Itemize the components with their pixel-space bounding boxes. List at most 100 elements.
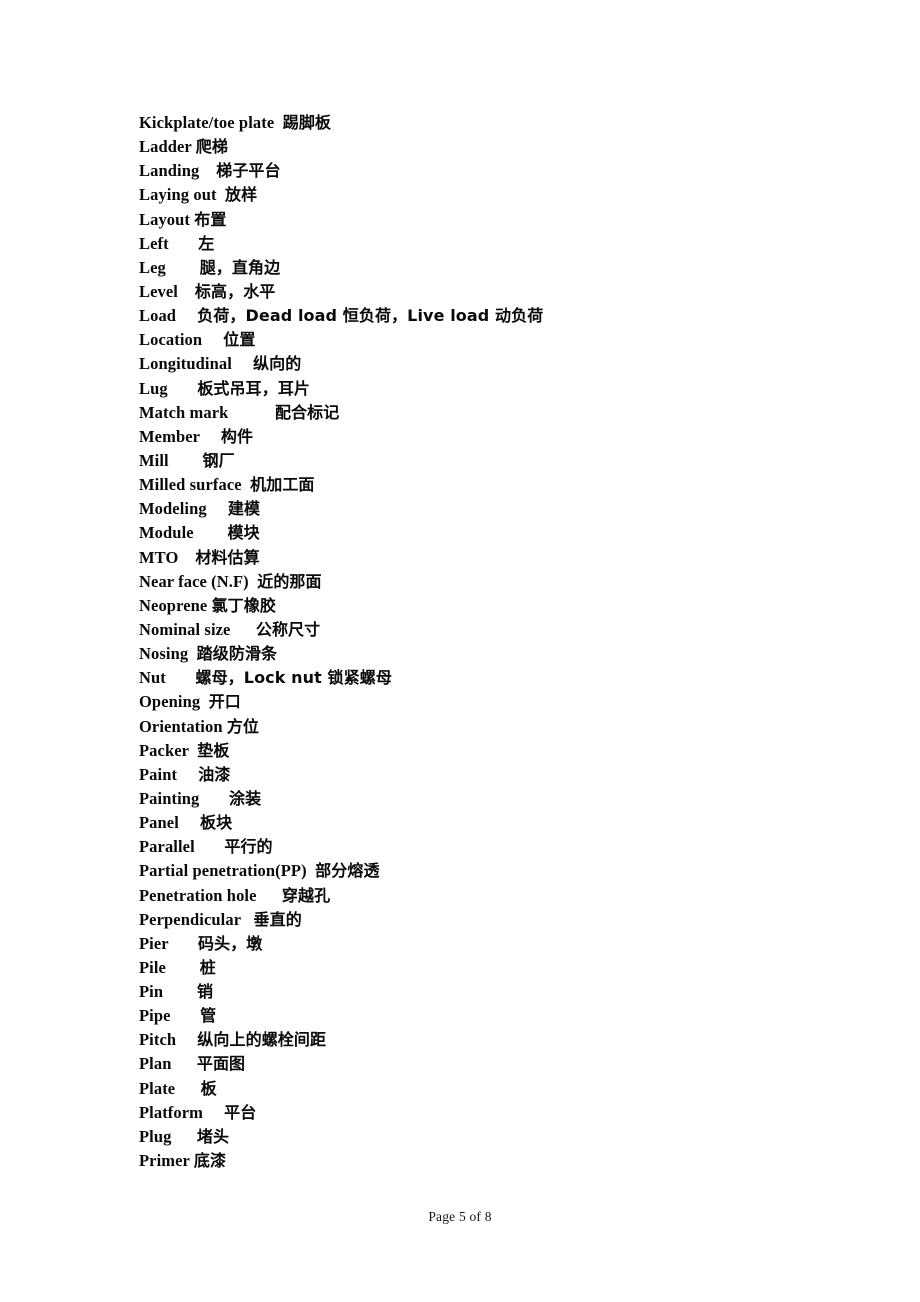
glossary-entry: Near face (N.F) 近的那面 [139,570,839,594]
glossary-term-zh: 氯丁橡胶 [211,595,276,615]
glossary-term-zh: 桩 [199,957,216,977]
glossary-term-zh: 板块 [200,813,233,833]
glossary-term-en: Partial penetration(PP) [139,861,307,881]
glossary-entry: Match mark 配合标记 [139,401,839,425]
glossary-term-en: Pile [139,957,166,977]
glossary-gap [203,1103,224,1122]
glossary-term-zh: 位置 [223,330,256,350]
glossary-term-zh: 垫板 [197,740,230,760]
glossary-term-en: Load [139,306,177,326]
glossary-term-zh: 建模 [227,499,261,519]
glossary-entry: Longitudinal 纵向的 [139,352,839,376]
glossary-term-en: Module [139,523,194,543]
glossary-entry: Pitch 纵向上的螺栓间距 [139,1028,839,1052]
glossary-term-zh: 码头，墩 [198,933,263,953]
glossary-entry: Orientation 方位 [139,715,839,739]
glossary-entry: Packer 垫板 [139,739,839,763]
glossary-term-zh: 垂直的 [253,909,302,929]
glossary-entry: Nominal size 公称尺寸 [139,618,839,642]
glossary-term-en: Paint [139,764,178,784]
glossary-gap [177,765,198,784]
glossary-entry: Neoprene 氯丁橡胶 [139,594,839,618]
glossary-gap [232,354,253,373]
glossary-gap [178,548,195,567]
glossary-entry: Pier 码头，墩 [139,932,839,956]
glossary-entry: Modeling 建模 [139,497,839,521]
glossary-entry: Leg 腿，直角边 [139,256,839,280]
glossary-gap [169,451,203,470]
page-footer: Page 5 of 8 [0,1208,920,1226]
glossary-gap [200,427,221,446]
glossary-term-en: MTO [139,547,179,567]
glossary-entry: Plan 平面图 [139,1052,839,1076]
glossary-term-en: Kickplate/toe plate [139,113,275,132]
glossary-entry: Kickplate/toe plate 踢脚板 [139,111,839,135]
glossary-term-zh: 梯子平台 [216,161,281,181]
glossary-term-en: Longitudinal [139,354,232,374]
glossary-gap [166,668,196,687]
glossary-term-zh: 纵向上的螺栓间距 [197,1030,327,1050]
glossary-gap [166,258,200,277]
glossary-term-en: Plug [139,1126,172,1146]
glossary-term-zh: 踏级防滑条 [196,644,278,664]
glossary-gap [307,861,315,880]
glossary-term-en: Penetration hole [139,885,257,905]
glossary-entry: Pipe 管 [139,1004,839,1028]
glossary-gap [168,379,198,398]
glossary-entry: Landing 梯子平台 [139,159,839,183]
glossary-term-zh: 构件 [220,426,254,446]
glossary-term-zh: 油漆 [198,764,231,784]
glossary-term-zh: 材料估算 [195,547,260,567]
glossary-gap [175,1079,200,1098]
glossary-term-en: Level [139,281,178,301]
glossary-term-zh: 配合标记 [274,402,340,422]
glossary-term-zh: 放样 [225,185,258,205]
glossary-term-zh: 近的那面 [257,571,322,591]
glossary-content: Kickplate/toe plate 踢脚板 Ladder 爬梯 Landing … [139,111,839,1173]
glossary-gap [195,837,225,856]
glossary-entry: Ladder 爬梯 [139,135,839,159]
glossary-term-zh: 开口 [208,692,241,712]
glossary-entry: Primer 底漆 [139,1149,839,1173]
glossary-gap [274,113,282,132]
glossary-entry: Painting 涂装 [139,787,839,811]
glossary-term-zh: 纵向的 [253,354,302,374]
glossary-term-zh: 标高，水平 [194,281,276,301]
glossary-entry: Pin 销 [139,980,839,1004]
glossary-term-zh: 腿，直角边 [199,257,281,277]
glossary-term-en: Pitch [139,1030,177,1050]
glossary-entry: Milled surface 机加工面 [139,473,839,497]
glossary-term-en: Location [139,330,203,350]
glossary-term-en: Pin [139,982,164,1002]
glossary-gap [194,523,228,542]
glossary-entry: MTO 材料估算 [139,546,839,570]
glossary-term-en: Nominal size [139,619,231,639]
glossary-gap [249,572,257,591]
glossary-entry: Platform 平台 [139,1101,839,1125]
glossary-entry: Perpendicular 垂直的 [139,908,839,932]
glossary-gap [171,1006,201,1025]
glossary-term-en: Platform [139,1102,204,1122]
glossary-term-en: Nosing [139,644,189,664]
glossary-term-zh: 涂装 [228,788,262,808]
glossary-term-zh: 公称尺寸 [255,619,321,639]
glossary-term-zh: 板 [200,1078,217,1098]
glossary-gap [202,330,223,349]
glossary-gap [228,403,274,422]
glossary-gap [178,282,195,301]
glossary-term-zh: 踢脚板 [282,113,332,132]
glossary-term-en: Plate [139,1078,176,1098]
glossary-term-zh: 平面图 [196,1054,246,1074]
glossary-entry: Load 负荷，Dead load 恒负荷，Live load 动负荷 [139,304,839,328]
glossary-term-zh: 左 [198,233,215,253]
glossary-term-en: Laying out [139,185,217,205]
glossary-term-zh: 板式吊耳，耳片 [197,378,311,398]
glossary-entry: Plug 堵头 [139,1125,839,1149]
glossary-term-zh: 钢厂 [202,450,235,470]
glossary-term-zh: 平行的 [224,837,273,857]
glossary-entry: Lug 板式吊耳，耳片 [139,377,839,401]
glossary-entry: Layout 布置 [139,208,839,232]
glossary-gap [168,934,198,953]
glossary-entry: Penetration hole 穿越孔 [139,884,839,908]
glossary-entry: Plate 板 [139,1077,839,1101]
